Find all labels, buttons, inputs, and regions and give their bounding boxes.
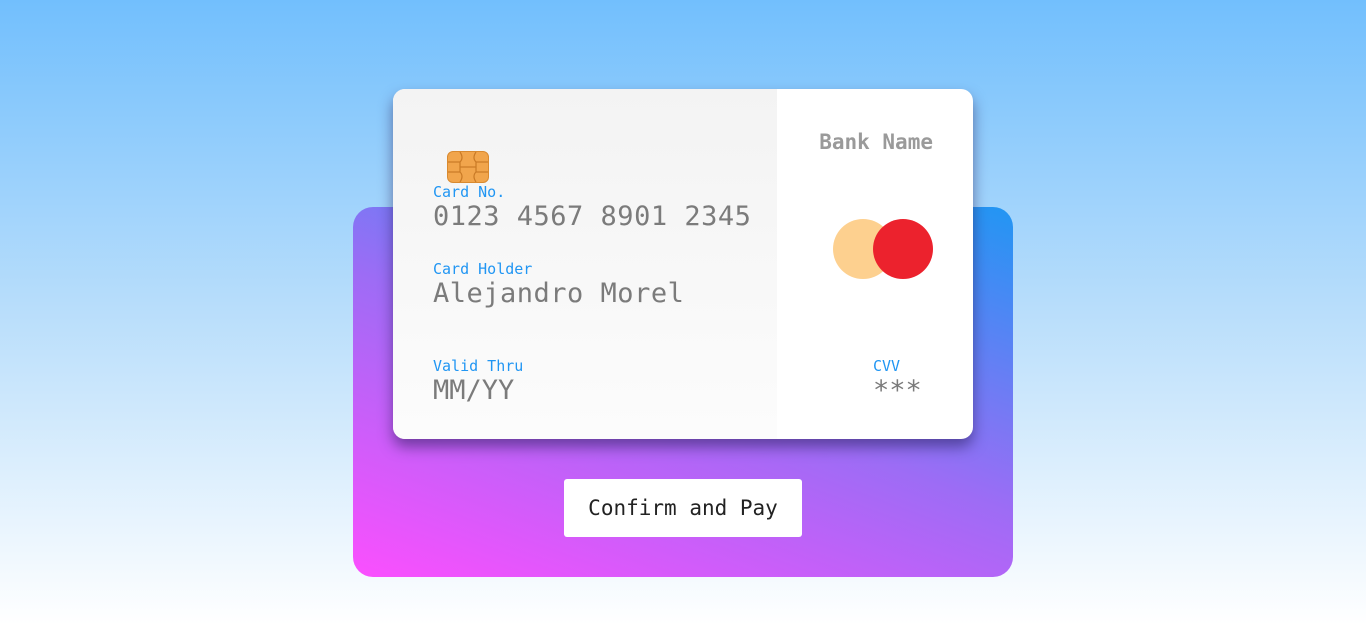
card-number-value: 0123 4567 8901 2345 bbox=[433, 201, 752, 232]
sim-chip-icon bbox=[447, 151, 489, 183]
card-holder-value: Alejandro Morel bbox=[433, 278, 685, 309]
valid-thru-value: MM/YY bbox=[433, 375, 515, 406]
mastercard-logo bbox=[833, 219, 933, 279]
card-holder-label: Card Holder bbox=[433, 260, 533, 278]
cvv-value: *** bbox=[873, 375, 922, 406]
bank-name: Bank Name bbox=[819, 130, 933, 154]
credit-card: Card No. 0123 4567 8901 2345 Card Holder… bbox=[393, 89, 973, 439]
cvv-label: CVV bbox=[873, 357, 901, 375]
logo-circle-right bbox=[873, 219, 933, 279]
valid-thru-label: Valid Thru bbox=[433, 357, 524, 375]
card-number-label: Card No. bbox=[433, 183, 506, 201]
confirm-and-pay-button[interactable]: Confirm and Pay bbox=[564, 479, 802, 537]
